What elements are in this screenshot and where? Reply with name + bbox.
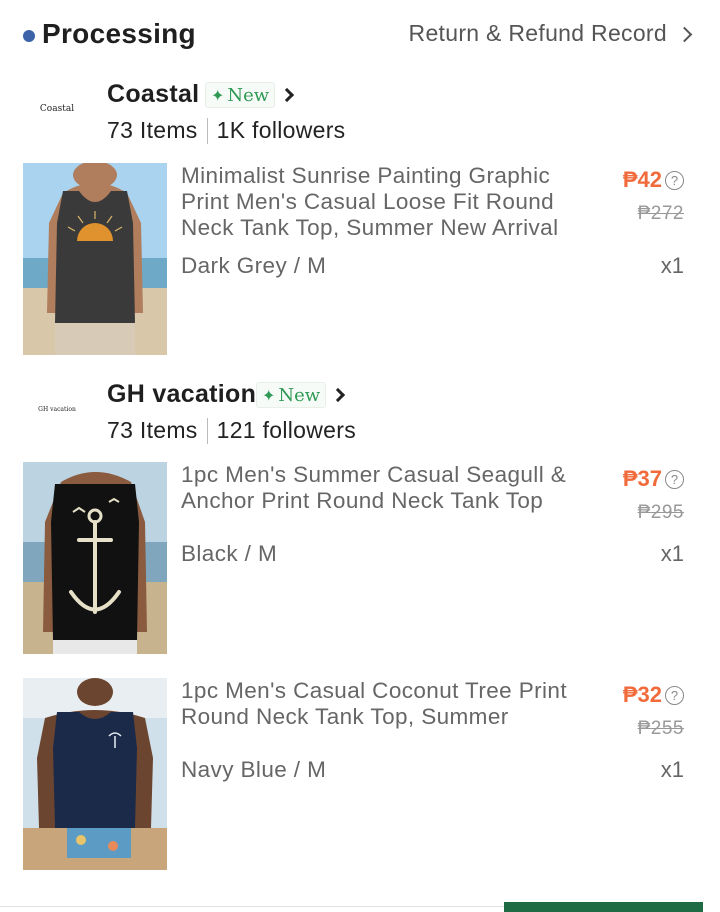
product-thumbnail[interactable] (23, 462, 167, 654)
store-stats: 73 Items 121 followers (107, 417, 356, 444)
price-help-icon[interactable]: ? (665, 469, 684, 489)
new-store-badge: ✦ New (205, 82, 276, 108)
product-variant: Dark Grey / M (181, 253, 327, 278)
original-price: ₱272 (637, 203, 684, 224)
order-product-item[interactable]: 1pc Men's Summer Casual Seagull & Anchor… (0, 462, 720, 654)
store-item-count: 73 Items (107, 117, 198, 143)
new-badge-label: New (227, 84, 270, 106)
product-variant: Navy Blue / M (181, 757, 327, 782)
store-stats: 73 Items 1K followers (107, 117, 346, 144)
sparkle-icon: ✦ (211, 85, 225, 105)
price-help-icon[interactable]: ? (665, 685, 684, 705)
store-logo: GH vacation (24, 406, 90, 413)
price-value: ₱37 (622, 466, 662, 491)
price-value: ₱32 (622, 682, 662, 707)
stats-divider (206, 117, 208, 144)
product-variant: Black / M (181, 541, 278, 566)
return-refund-record-label: Return & Refund Record (408, 20, 667, 46)
product-thumbnail[interactable] (23, 163, 167, 355)
original-price: ₱255 (637, 718, 684, 739)
store-item-count: 73 Items (107, 417, 198, 443)
product-quantity: x1 (660, 253, 684, 278)
status-dot-icon (23, 30, 35, 42)
chevron-right-icon[interactable] (279, 87, 295, 103)
original-price: ₱295 (637, 502, 684, 523)
order-product-item[interactable]: Minimalist Sunrise Painting Graphic Prin… (0, 163, 720, 355)
price-value: ₱42 (622, 167, 662, 192)
product-quantity: x1 (660, 541, 684, 566)
sparkle-icon: ✦ (262, 385, 276, 405)
store-followers: 121 followers (216, 417, 357, 443)
store-header-coastal[interactable]: Coastal Coastal ✦ New 73 Items 1K follow… (0, 80, 720, 146)
store-logo-text: GH vacation (38, 406, 76, 413)
new-store-badge: ✦ New (256, 382, 327, 408)
bottom-divider (0, 906, 504, 907)
product-price: ₱32 ? (623, 682, 684, 708)
stats-divider (206, 417, 208, 444)
product-title[interactable]: 1pc Men's Summer Casual Seagull & Anchor… (181, 462, 591, 514)
new-badge-label: New (278, 384, 321, 406)
order-status-header: Processing Return & Refund Record (0, 0, 720, 70)
order-status-title: Processing (42, 18, 196, 49)
chevron-right-icon[interactable] (330, 387, 346, 403)
product-price: ₱42 ? (623, 167, 684, 193)
store-followers: 1K followers (216, 117, 346, 143)
price-help-icon[interactable]: ? (665, 170, 684, 190)
store-header-gh-vacation[interactable]: GH vacation GH vacation ✦ New 73 Items 1… (0, 380, 720, 446)
product-quantity: x1 (660, 757, 684, 782)
product-title[interactable]: Minimalist Sunrise Painting Graphic Prin… (181, 163, 591, 241)
primary-action-button[interactable] (504, 902, 703, 912)
store-name[interactable]: GH vacation (107, 380, 256, 409)
product-price: ₱37 ? (623, 466, 684, 492)
order-product-item[interactable]: 1pc Men's Casual Coconut Tree Print Roun… (0, 678, 720, 870)
store-name[interactable]: Coastal (107, 80, 199, 109)
store-logo-text: Coastal (39, 104, 75, 114)
chevron-right-icon (676, 26, 693, 42)
product-title[interactable]: 1pc Men's Casual Coconut Tree Print Roun… (181, 678, 591, 730)
product-thumbnail[interactable] (23, 678, 167, 870)
store-logo: Coastal (24, 104, 90, 114)
return-refund-record-link[interactable]: Return & Refund Record (408, 20, 693, 47)
